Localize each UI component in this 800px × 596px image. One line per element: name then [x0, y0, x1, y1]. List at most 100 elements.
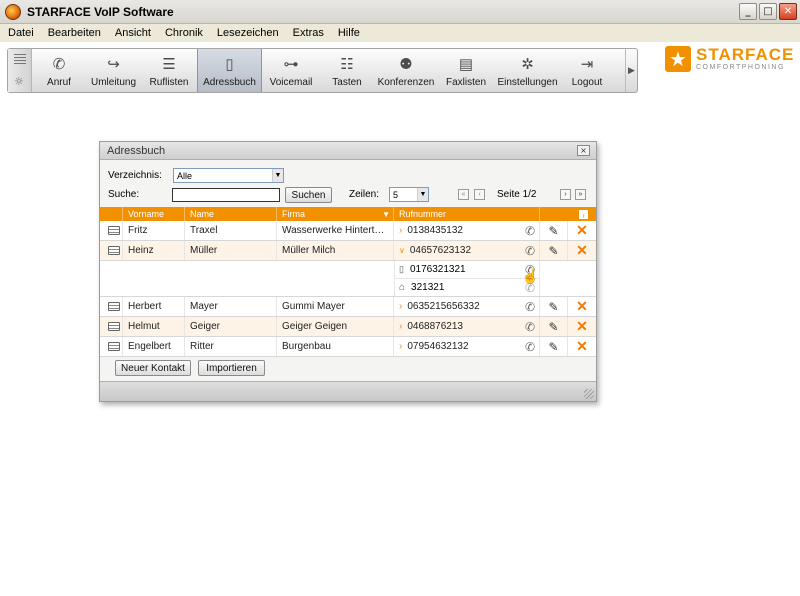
edit-pencil-icon[interactable]: ✎: [548, 340, 558, 354]
chevron-down-icon: ▼: [417, 188, 428, 201]
search-input[interactable]: [172, 188, 280, 202]
settings-small-icon[interactable]: ☼: [14, 75, 24, 88]
directory-select[interactable]: Alle ▼: [173, 168, 284, 183]
new-contact-button[interactable]: Neuer Kontakt: [115, 360, 191, 376]
toolbar-faxlisten[interactable]: ▤ Faxlisten: [438, 49, 494, 92]
edit-pencil-icon[interactable]: ✎: [548, 320, 558, 334]
last-page-button[interactable]: »: [575, 189, 586, 200]
contact-card-icon[interactable]: [108, 342, 120, 351]
delete-x-icon[interactable]: ✕: [576, 338, 588, 355]
call-phone-icon[interactable]: ✆: [525, 340, 535, 354]
import-button[interactable]: Importieren: [198, 360, 265, 376]
dialog-close-button[interactable]: ×: [577, 145, 590, 156]
phone-number: 0468876213: [407, 321, 463, 332]
rows-select[interactable]: 5 ▼: [389, 187, 429, 202]
window-title: STARFACE VoIP Software: [27, 4, 174, 19]
sub-number-row[interactable]: ⌂ 321321 ✆: [395, 279, 539, 296]
menu-lesezeichen[interactable]: Lesezeichen: [209, 27, 285, 39]
cell-rufnummer: › 0468876213 ✆: [394, 317, 540, 336]
first-page-button[interactable]: «: [458, 189, 469, 200]
mobile-phone-icon: ▯: [399, 264, 404, 274]
delete-x-icon[interactable]: ✕: [576, 222, 588, 239]
phone-number: 04657623132: [409, 245, 472, 256]
cell-name: Mayer: [185, 297, 277, 316]
chevron-right-icon[interactable]: ›: [399, 301, 402, 312]
cell-firma: Müller Milch: [277, 241, 394, 260]
logout-icon: ⇥: [580, 56, 594, 73]
toolbar-umleitung[interactable]: ↪ Umleitung: [86, 49, 141, 92]
contact-card-icon[interactable]: [108, 322, 120, 331]
toolbar-einstellungen[interactable]: ✲ Einstellungen: [494, 49, 561, 92]
delete-x-icon[interactable]: ✕: [576, 298, 588, 315]
toolbar-ruflisten[interactable]: ☰ Ruflisten: [141, 49, 197, 92]
toolbar-konferenzen[interactable]: ⚉ Konferenzen: [374, 49, 438, 92]
conference-icon: ⚉: [399, 56, 413, 73]
star-logo-icon: ★: [665, 46, 691, 72]
chevron-right-icon[interactable]: ›: [399, 321, 402, 332]
prev-page-button[interactable]: ‹: [474, 189, 485, 200]
toolbar-konferenzen-label: Konferenzen: [377, 77, 435, 88]
menu-chronik[interactable]: Chronik: [157, 27, 209, 39]
menu-datei[interactable]: Datei: [0, 27, 40, 39]
sub-number-row[interactable]: ▯ 0176321321 ✆ ☝: [395, 261, 539, 284]
header-firma-label: Firma: [282, 209, 305, 219]
chevron-right-icon[interactable]: ›: [399, 341, 402, 352]
toolbar-logout[interactable]: ⇥ Logout: [561, 49, 613, 92]
table-row[interactable]: Engelbert Ritter Burgenbau › 07954632132…: [100, 337, 596, 357]
column-menu-button[interactable]: ›: [579, 209, 588, 220]
call-phone-icon[interactable]: ✆: [525, 224, 535, 238]
table-row[interactable]: Fritz Traxel Wasserwerke Hintert… › 0138…: [100, 221, 596, 241]
call-phone-icon[interactable]: ✆: [525, 244, 535, 258]
edit-pencil-icon[interactable]: ✎: [548, 224, 558, 238]
chevron-down-icon[interactable]: ∨: [399, 246, 405, 255]
search-button[interactable]: Suchen: [285, 187, 332, 203]
phone-number: 07954632132: [407, 341, 469, 352]
maximize-button[interactable]: □: [759, 3, 777, 20]
toolbar-adressbuch[interactable]: ▯ Adressbuch: [197, 49, 262, 92]
header-rufnummer[interactable]: Rufnummer: [394, 207, 540, 221]
next-page-button[interactable]: ›: [560, 189, 571, 200]
toolbar-ruflisten-label: Ruflisten: [149, 77, 189, 88]
toolbar-umleitung-label: Umleitung: [90, 77, 137, 88]
header-name[interactable]: Name: [185, 207, 277, 221]
table-row[interactable]: Herbert Mayer Gummi Mayer › 063521565633…: [100, 297, 596, 317]
sort-down-icon: ▼: [382, 209, 390, 219]
contact-card-icon[interactable]: [108, 226, 120, 235]
close-button[interactable]: ✕: [779, 3, 797, 20]
call-phone-icon[interactable]: ✆: [525, 300, 535, 314]
edit-pencil-icon[interactable]: ✎: [548, 300, 558, 314]
header-firma[interactable]: Firma ▼: [277, 207, 394, 221]
toolbar-tasten-label: Tasten: [332, 77, 362, 88]
toolbar-voicemail[interactable]: ⊶ Voicemail: [262, 49, 320, 92]
call-phone-icon[interactable]: ✆: [525, 320, 535, 334]
toolbar-anruf[interactable]: ✆ Anruf: [32, 49, 86, 92]
toolbar-tasten[interactable]: ☷ Tasten: [320, 49, 374, 92]
dialog-titlebar[interactable]: Adressbuch: [100, 142, 596, 160]
cell-vorname: Helmut: [123, 317, 185, 336]
toolbar-scroll-right-icon[interactable]: ▶: [625, 49, 637, 92]
menu-bar: Datei Bearbeiten Ansicht Chronik Lesezei…: [0, 24, 800, 42]
table-row[interactable]: Helmut Geiger Geiger Geigen › 0468876213…: [100, 317, 596, 337]
header-vorname[interactable]: Vorname: [123, 207, 185, 221]
page-indicator: Seite 1/2: [497, 189, 537, 200]
delete-x-icon[interactable]: ✕: [576, 318, 588, 335]
table-row[interactable]: Heinz Müller Müller Milch ∨ 04657623132 …: [100, 241, 596, 261]
menu-ansicht[interactable]: Ansicht: [107, 27, 157, 39]
edit-pencil-icon[interactable]: ✎: [548, 244, 558, 258]
menu-lines-icon: [14, 54, 26, 66]
menu-hilfe[interactable]: Hilfe: [330, 27, 366, 39]
menu-bearbeiten[interactable]: Bearbeiten: [40, 27, 107, 39]
cell-firma: Wasserwerke Hintert…: [277, 221, 394, 240]
call-phone-icon[interactable]: ✆: [525, 281, 535, 295]
toolbar-grip[interactable]: ☼: [8, 49, 32, 92]
contact-card-icon[interactable]: [108, 246, 120, 255]
minimize-button[interactable]: _: [739, 3, 757, 20]
header-actions: ›: [540, 207, 596, 221]
menu-extras[interactable]: Extras: [285, 27, 330, 39]
delete-x-icon[interactable]: ✕: [576, 242, 588, 259]
chevron-down-icon: ▼: [272, 169, 283, 182]
resize-grip-icon[interactable]: [584, 389, 594, 399]
contact-card-icon[interactable]: [108, 302, 120, 311]
chevron-right-icon[interactable]: ›: [399, 225, 402, 236]
toolbar-adressbuch-label: Adressbuch: [203, 77, 256, 88]
